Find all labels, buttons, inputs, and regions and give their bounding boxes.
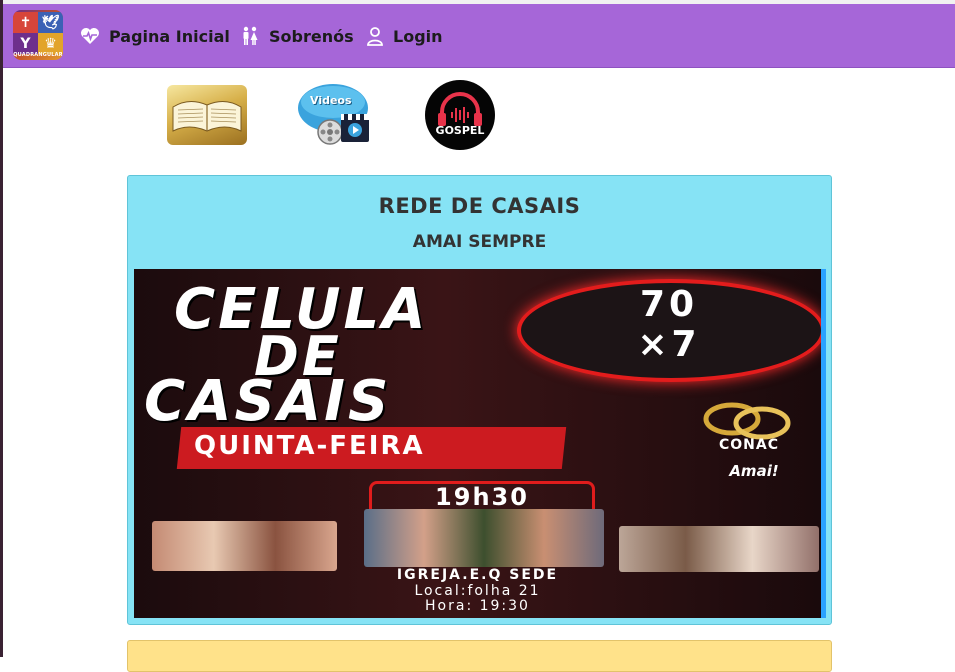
event-poster[interactable]: 70 ×7 CELULA DE CASAIS QUINTA-FEIRA CONA… [134, 269, 826, 618]
nav-item-login[interactable]: Login [366, 24, 443, 48]
videos-label: Videos [310, 94, 352, 107]
dove-icon: 🕊 [38, 12, 63, 33]
badge-text: 70 ×7 [637, 284, 701, 365]
poster-time: 19h30 [435, 483, 529, 511]
next-card [127, 640, 832, 672]
heart-pulse-icon [81, 28, 99, 44]
nav-item-home[interactable]: Pagina Inicial [80, 24, 230, 48]
card-subtitle: AMAI SEMPRE [412, 232, 547, 252]
cross-icon: ✝ [13, 12, 38, 33]
videos-shortcut[interactable]: Videos [297, 80, 372, 148]
couples-photo-1 [152, 521, 337, 571]
poster-badge-text: 70 ×7 [614, 285, 724, 365]
gospel-shortcut[interactable]: GOSPEL [425, 80, 495, 150]
card-title: REDE DE CASAIS [378, 194, 581, 218]
people-icon [243, 26, 258, 45]
cup-icon: Y [13, 33, 38, 54]
couples-photo-3 [619, 526, 819, 572]
headphones-image [425, 80, 495, 150]
gospel-label: GOSPEL [435, 124, 485, 137]
bible-shortcut[interactable] [167, 85, 247, 145]
window-edge [0, 0, 3, 657]
couples-photo-2 [364, 509, 604, 567]
conac-tagline: Amai! [729, 462, 779, 480]
poster-line-3: CASAIS [144, 369, 392, 434]
nav-label-about: Sobrenós [269, 26, 354, 46]
quadrangular-logo[interactable]: ✝ 🕊 Y ♛ QUADRANGULAR [13, 10, 63, 60]
poster-hour: Hora: 19:30 [425, 598, 530, 614]
conac-logo-text: CONAC [718, 437, 779, 453]
poster-location: Local:folha 21 [414, 583, 541, 599]
nav-label-home: Pagina Inicial [109, 26, 230, 46]
couples-network-card: REDE DE CASAIS AMAI SEMPRE 70 ×7 CELULA … [127, 175, 832, 625]
logo-caption: QUADRANGULAR [13, 52, 63, 58]
crown-icon: ♛ [38, 33, 63, 54]
nav-item-about[interactable]: Sobrenós [240, 24, 354, 48]
open-bible-image [172, 101, 242, 132]
nav-label-login: Login [393, 26, 443, 46]
top-navbar: ✝ 🕊 Y ♛ QUADRANGULAR Pagina Inicial Sobr… [3, 4, 955, 67]
poster-venue: IGREJA.E.Q SEDE [396, 567, 559, 583]
video-reel-image [298, 84, 369, 145]
poster-day: QUINTA-FEIRA [194, 431, 425, 461]
user-icon [367, 27, 383, 46]
